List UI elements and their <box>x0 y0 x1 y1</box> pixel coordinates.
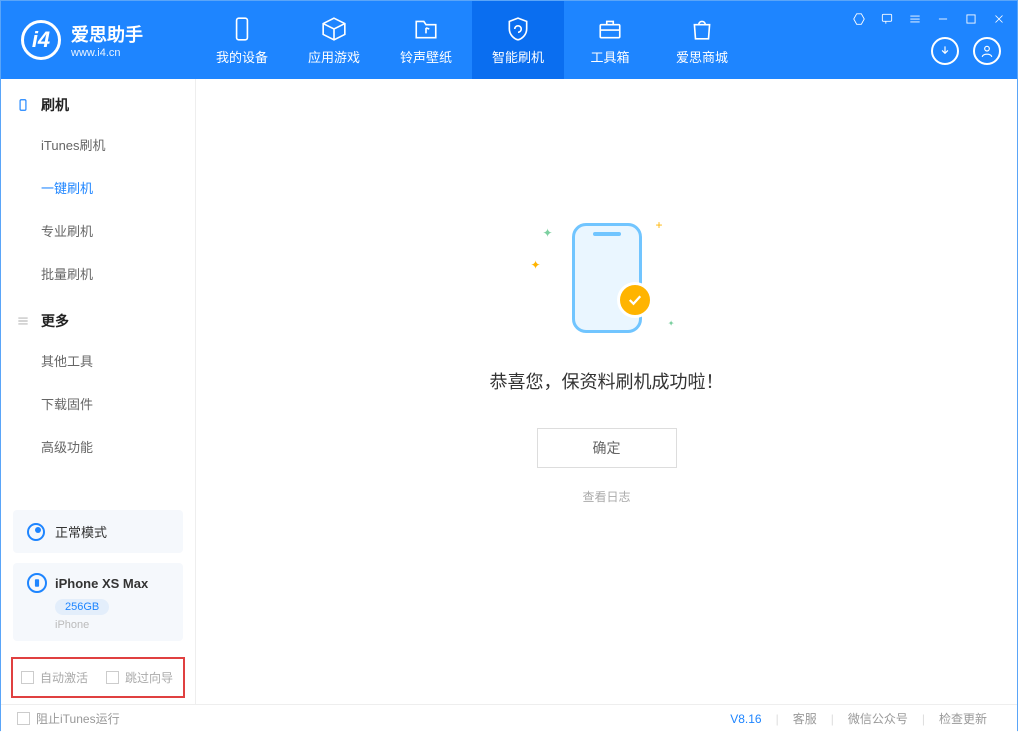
app-logo[interactable]: i4 爱思助手 www.i4.cn <box>1 20 196 60</box>
checkbox-block-itunes[interactable]: 阻止iTunes运行 <box>17 710 120 727</box>
user-button[interactable] <box>973 37 1001 65</box>
checkbox-label: 阻止iTunes运行 <box>36 710 120 727</box>
tab-apps-games[interactable]: 应用游戏 <box>288 1 380 79</box>
footer-link-update[interactable]: 检查更新 <box>925 710 1001 727</box>
main-content: ✦ ✦ + ✦ 恭喜您，保资料刷机成功啦！ 确定 查看日志 <box>196 79 1017 704</box>
footer: 阻止iTunes运行 V8.16 | 客服 | 微信公众号 | 检查更新 <box>1 704 1017 732</box>
tab-label: 智能刷机 <box>492 47 544 66</box>
view-log-link[interactable]: 查看日志 <box>582 488 630 505</box>
logo-text: 爱思助手 www.i4.cn <box>71 21 143 59</box>
header: i4 爱思助手 www.i4.cn 我的设备 应用游戏 铃声壁纸 智能刷机 工具… <box>1 1 1017 79</box>
sidebar-section-more: 更多 <box>1 295 195 339</box>
checkbox-label: 跳过向导 <box>125 669 173 686</box>
download-button[interactable] <box>931 37 959 65</box>
device-name: iPhone XS Max <box>55 576 148 591</box>
menu-icon[interactable] <box>907 11 923 27</box>
tab-label: 我的设备 <box>216 47 268 66</box>
checkbox-label: 自动激活 <box>40 669 88 686</box>
version-label: V8.16 <box>716 712 775 726</box>
ok-button[interactable]: 确定 <box>537 428 677 468</box>
nav-tabs: 我的设备 应用游戏 铃声壁纸 智能刷机 工具箱 爱思商城 <box>196 1 748 79</box>
tab-smart-flash[interactable]: 智能刷机 <box>472 1 564 79</box>
success-check-icon <box>617 282 653 318</box>
device-card[interactable]: iPhone XS Max 256GB iPhone <box>13 563 183 641</box>
sparkle-icon: ✦ <box>543 226 553 240</box>
sparkle-icon: ✦ <box>531 258 541 272</box>
music-folder-icon <box>412 15 440 43</box>
sidebar-item-advanced[interactable]: 高级功能 <box>1 425 195 468</box>
success-illustration: ✦ ✦ + ✦ <box>527 218 687 338</box>
checkbox-auto-activate[interactable]: 自动激活 <box>21 669 88 686</box>
sidebar-item-batch-flash[interactable]: 批量刷机 <box>1 252 195 295</box>
header-actions <box>931 37 1001 65</box>
flash-options-highlighted: 自动激活 跳过向导 <box>11 657 185 698</box>
tab-label: 工具箱 <box>590 47 629 66</box>
theme-icon[interactable] <box>851 11 867 27</box>
tab-store[interactable]: 爱思商城 <box>656 1 748 79</box>
sidebar-item-other-tools[interactable]: 其他工具 <box>1 339 195 382</box>
device-icon <box>15 97 31 113</box>
cube-icon <box>320 15 348 43</box>
sidebar: 刷机 iTunes刷机 一键刷机 专业刷机 批量刷机 更多 其他工具 下载固件 … <box>1 79 196 704</box>
mode-icon <box>27 523 45 541</box>
success-message: 恭喜您，保资料刷机成功啦！ <box>490 368 724 394</box>
window-controls <box>851 11 1007 27</box>
tab-label: 铃声壁纸 <box>400 47 452 66</box>
device-type: iPhone <box>55 619 169 631</box>
sparkle-icon: ✦ <box>668 319 675 328</box>
tab-ringtones-wallpapers[interactable]: 铃声壁纸 <box>380 1 472 79</box>
sidebar-section-flash: 刷机 <box>1 79 195 123</box>
device-phone-icon <box>27 573 47 593</box>
section-title: 更多 <box>41 311 69 331</box>
briefcase-icon <box>596 15 624 43</box>
app-subtitle: www.i4.cn <box>71 47 143 59</box>
bag-icon <box>688 15 716 43</box>
tab-my-device[interactable]: 我的设备 <box>196 1 288 79</box>
tab-toolbox[interactable]: 工具箱 <box>564 1 656 79</box>
sidebar-item-download-firmware[interactable]: 下载固件 <box>1 382 195 425</box>
checkbox-icon <box>17 712 30 725</box>
footer-link-wechat[interactable]: 微信公众号 <box>834 710 922 727</box>
mode-card[interactable]: 正常模式 <box>13 510 183 553</box>
footer-link-support[interactable]: 客服 <box>779 710 831 727</box>
app-title: 爱思助手 <box>71 21 143 47</box>
shield-refresh-icon <box>504 15 532 43</box>
device-storage-badge: 256GB <box>55 599 109 615</box>
tab-label: 爱思商城 <box>676 47 728 66</box>
phone-icon <box>228 15 256 43</box>
section-title: 刷机 <box>41 95 69 115</box>
close-button[interactable] <box>991 11 1007 27</box>
checkbox-icon <box>21 671 34 684</box>
sidebar-item-itunes-flash[interactable]: iTunes刷机 <box>1 123 195 166</box>
logo-icon: i4 <box>21 20 61 60</box>
sidebar-item-pro-flash[interactable]: 专业刷机 <box>1 209 195 252</box>
minimize-button[interactable] <box>935 11 951 27</box>
sidebar-item-oneclick-flash[interactable]: 一键刷机 <box>1 166 195 209</box>
list-icon <box>15 313 31 329</box>
feedback-icon[interactable] <box>879 11 895 27</box>
tab-label: 应用游戏 <box>308 47 360 66</box>
sparkle-icon: + <box>655 218 662 232</box>
footer-links: V8.16 | 客服 | 微信公众号 | 检查更新 <box>716 710 1001 727</box>
maximize-button[interactable] <box>963 11 979 27</box>
mode-label: 正常模式 <box>55 522 107 541</box>
checkbox-skip-guide[interactable]: 跳过向导 <box>106 669 173 686</box>
body: 刷机 iTunes刷机 一键刷机 专业刷机 批量刷机 更多 其他工具 下载固件 … <box>1 79 1017 704</box>
checkbox-icon <box>106 671 119 684</box>
